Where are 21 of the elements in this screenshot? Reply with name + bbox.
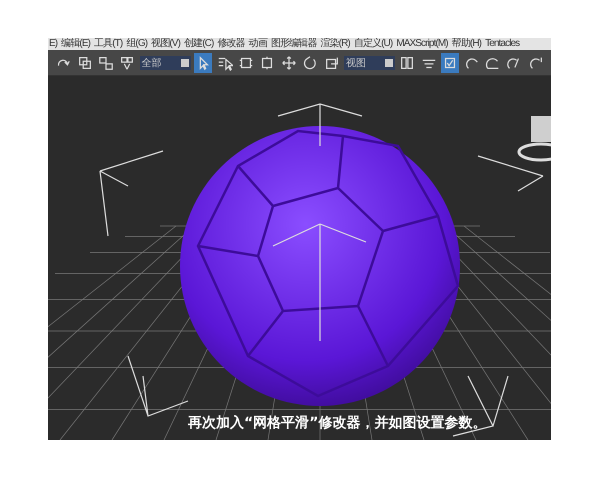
menu-item[interactable]: 工具(T) xyxy=(94,38,122,50)
move-icon xyxy=(280,54,297,70)
dropdown[interactable]: 视图 xyxy=(344,56,396,70)
dropdown[interactable]: 全部 xyxy=(140,56,192,70)
cursor-button[interactable] xyxy=(194,52,212,72)
menu-item[interactable]: 创建(C) xyxy=(184,38,214,50)
menu-item[interactable]: 图形编辑器 xyxy=(270,38,316,50)
rotate-icon xyxy=(302,54,318,70)
menu-item[interactable]: 帮助(H) xyxy=(452,38,482,50)
snap-toggle-button[interactable] xyxy=(441,52,460,72)
menu-item[interactable]: 视图(V) xyxy=(151,38,180,50)
menu-item[interactable]: E) xyxy=(49,38,58,50)
scale-icon xyxy=(324,54,340,70)
menu-item[interactable]: 组(G) xyxy=(126,38,148,50)
menu-item[interactable]: Tentacles xyxy=(485,38,520,50)
menu-item[interactable]: 编辑(E) xyxy=(61,38,90,50)
menu-item[interactable]: 动画 xyxy=(248,38,267,50)
menu-item[interactable]: 修改器 xyxy=(217,38,245,50)
subtitle: 再次加入“网格平滑”修改器，并如图设置参数。 xyxy=(188,414,486,432)
object-drawing xyxy=(518,116,551,162)
menu-item[interactable]: MAXScript(M) xyxy=(396,38,448,50)
